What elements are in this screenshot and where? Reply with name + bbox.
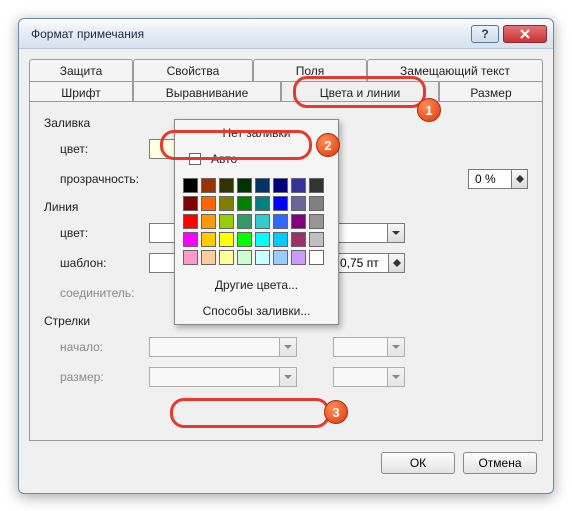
tab-font[interactable]: Шрифт [29,81,133,103]
line-dash-combo[interactable] [333,223,405,243]
color-swatch[interactable] [219,214,234,229]
tab-strip: Защита Свойства Поля Замещающий текст Шр… [29,59,543,103]
color-swatch[interactable] [201,250,216,265]
color-swatch[interactable] [201,232,216,247]
tab-margins[interactable]: Поля [253,59,367,81]
arrow-begin-combo [149,337,297,357]
color-swatch[interactable] [237,196,252,211]
color-swatch[interactable] [309,250,324,265]
color-swatch[interactable] [183,214,198,229]
color-swatch[interactable] [291,178,306,193]
badge-1: 1 [417,98,441,122]
close-icon [520,29,530,39]
arrow-endsize-combo [333,367,405,387]
color-swatch[interactable] [183,250,198,265]
menu-more-colors[interactable]: Другие цвета... [175,272,338,298]
badge-3: 3 [324,400,348,424]
color-dropdown-popup: Нет заливки Авто Другие цвета... Способы… [174,119,339,325]
color-swatch[interactable] [237,250,252,265]
color-swatch[interactable] [273,232,288,247]
color-swatch[interactable] [273,250,288,265]
window-title: Формат примечания [31,27,467,41]
color-swatch[interactable] [309,232,324,247]
line-weight-value: 0,75 пт [340,256,379,270]
color-swatch[interactable] [273,178,288,193]
color-swatch-grid [175,172,338,272]
label-connector: соединитель: [44,286,149,300]
badge-2: 2 [316,133,340,157]
menu-no-fill[interactable]: Нет заливки [175,120,338,146]
tab-align[interactable]: Выравнивание [133,81,281,103]
color-swatch[interactable] [273,196,288,211]
label-arrow-begin: начало: [44,340,149,354]
tab-protection[interactable]: Защита [29,59,133,81]
color-swatch[interactable] [255,232,270,247]
tab-properties[interactable]: Свойства [133,59,253,81]
menu-auto-label: Авто [211,152,237,166]
tab-size[interactable]: Размер [439,81,543,103]
color-swatch[interactable] [201,214,216,229]
titlebar: Формат примечания ? [19,19,553,49]
tab-row-1: Защита Свойства Поля Замещающий текст [29,59,543,81]
color-swatch[interactable] [255,214,270,229]
label-arrow-size: размер: [44,370,149,384]
color-swatch[interactable] [291,250,306,265]
label-transparency: прозрачность: [44,172,149,186]
color-swatch[interactable] [219,250,234,265]
color-swatch[interactable] [237,232,252,247]
tab-row-2: Шрифт Выравнивание Цвета и линии Размер [29,81,543,103]
auto-checkbox-icon [189,153,201,165]
color-swatch[interactable] [255,250,270,265]
color-swatch[interactable] [255,196,270,211]
color-swatch[interactable] [291,214,306,229]
color-swatch[interactable] [201,196,216,211]
dialog-window: Формат примечания ? Защита Свойства Поля… [18,18,554,494]
menu-fill-effects[interactable]: Способы заливки... [175,298,338,324]
color-swatch[interactable] [219,178,234,193]
tab-alttext[interactable]: Замещающий текст [367,59,543,81]
color-swatch[interactable] [255,178,270,193]
line-weight-spinner[interactable]: 0,75 пт [333,253,405,273]
color-swatch[interactable] [183,196,198,211]
arrow-beginsize-combo [149,367,297,387]
cancel-button[interactable]: Отмена [463,452,537,474]
label-fill-color: цвет: [44,142,149,156]
color-swatch[interactable] [183,178,198,193]
color-swatch[interactable] [237,178,252,193]
color-swatch[interactable] [273,214,288,229]
color-swatch[interactable] [201,178,216,193]
color-swatch[interactable] [237,214,252,229]
color-swatch[interactable] [291,196,306,211]
label-pattern: шаблон: [44,256,149,270]
tab-colors-lines[interactable]: Цвета и линии [281,81,439,103]
close-button[interactable] [503,25,547,43]
transparency-spinner[interactable]: 0 % [468,169,528,189]
arrow-end-combo [333,337,405,357]
color-swatch[interactable] [183,232,198,247]
color-swatch[interactable] [219,232,234,247]
menu-auto[interactable]: Авто [175,146,338,172]
label-line-color: цвет: [44,226,149,240]
dialog-footer: ОК Отмена [29,445,543,481]
color-swatch[interactable] [291,232,306,247]
color-swatch[interactable] [219,196,234,211]
color-swatch[interactable] [309,196,324,211]
ok-button[interactable]: ОК [381,452,455,474]
color-swatch[interactable] [309,178,324,193]
transparency-value: 0 % [475,172,496,186]
help-button[interactable]: ? [471,25,499,43]
color-swatch[interactable] [309,214,324,229]
